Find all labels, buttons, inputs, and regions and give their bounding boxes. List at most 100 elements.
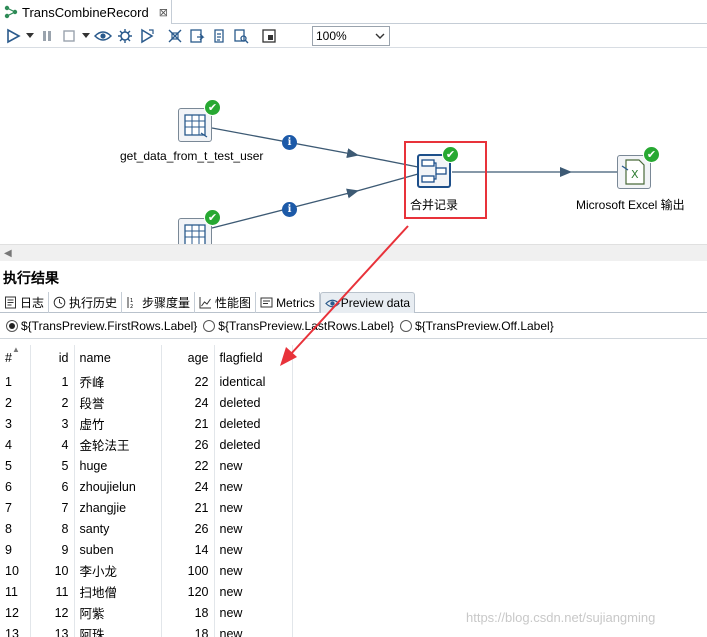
flagfield-cell[interactable]: new [214,560,293,581]
age-cell[interactable]: 22 [161,371,215,392]
age-cell[interactable]: 18 [161,602,215,623]
column-header-name[interactable]: name [74,345,162,371]
table-row[interactable]: 13 13 阿珠 18 new [0,623,707,637]
row-number-cell[interactable]: 3 [0,413,31,434]
run-options-dropdown-icon[interactable] [24,25,36,47]
age-cell[interactable]: 22 [161,455,215,476]
id-cell[interactable]: 11 [30,581,75,602]
age-cell[interactable]: 24 [161,392,215,413]
analyze-impact-icon[interactable] [186,25,208,47]
radio-last-rows[interactable]: ${TransPreview.LastRows.Label} [203,319,394,333]
id-cell[interactable]: 1 [30,371,75,392]
name-cell[interactable]: 金轮法王 [74,434,162,455]
table-row[interactable]: 7 7 zhangjie 21 new [0,497,707,518]
name-cell[interactable]: 李小龙 [74,560,162,581]
tab-log[interactable]: 日志 [0,292,50,313]
column-header-flagfield[interactable]: flagfield [214,345,293,371]
replay-icon[interactable] [136,25,158,47]
tab-preview-data[interactable]: Preview data [319,292,416,313]
table-row[interactable]: 2 2 段誉 24 deleted [0,392,707,413]
radio-button[interactable] [203,319,216,332]
name-cell[interactable]: 段誉 [74,392,162,413]
name-cell[interactable]: huge [74,455,162,476]
id-cell[interactable]: 9 [30,539,75,560]
name-cell[interactable]: 阿紫 [74,602,162,623]
preview-eye-icon[interactable] [92,25,114,47]
excel-output-step[interactable]: X ✔ [617,146,660,189]
name-cell[interactable]: zhoujielun [74,476,162,497]
age-cell[interactable]: 120 [161,581,215,602]
id-cell[interactable]: 3 [30,413,75,434]
id-cell[interactable]: 4 [30,434,75,455]
table-row[interactable]: 6 6 zhoujielun 24 new [0,476,707,497]
table-row[interactable]: 4 4 金轮法王 26 deleted [0,434,707,455]
name-cell[interactable]: zhangjie [74,497,162,518]
id-cell[interactable]: 5 [30,455,75,476]
table-row[interactable]: 11 11 扫地僧 120 new [0,581,707,602]
debug-icon[interactable] [114,25,136,47]
column-header-row-number[interactable]: # [0,345,31,371]
row-number-cell[interactable]: 2 [0,392,31,413]
flagfield-cell[interactable]: new [214,518,293,539]
row-number-cell[interactable]: 11 [0,581,31,602]
verify-icon[interactable] [164,25,186,47]
age-cell[interactable]: 14 [161,539,215,560]
stop-options-dropdown-icon[interactable] [80,25,92,47]
radio-button[interactable] [399,319,412,332]
age-cell[interactable]: 100 [161,560,215,581]
hop-info-icon[interactable]: i [282,202,297,217]
table-input-step-2[interactable]: ✔ [178,209,221,244]
zoom-select[interactable]: 100% [312,26,390,46]
flagfield-cell[interactable]: new [214,623,293,637]
radio-first-rows[interactable]: ${TransPreview.FirstRows.Label} [6,319,197,333]
table-row[interactable]: 10 10 李小龙 100 new [0,560,707,581]
row-number-cell[interactable]: 1 [0,371,31,392]
name-cell[interactable]: 扫地僧 [74,581,162,602]
table-row[interactable]: 1 1 乔峰 22 identical [0,371,707,392]
row-number-cell[interactable]: 5 [0,455,31,476]
name-cell[interactable]: 虚竹 [74,413,162,434]
row-number-cell[interactable]: 4 [0,434,31,455]
table-row[interactable]: 5 5 huge 22 new [0,455,707,476]
id-cell[interactable]: 7 [30,497,75,518]
radio-off[interactable]: ${TransPreview.Off.Label} [399,319,554,333]
age-cell[interactable]: 18 [161,623,215,637]
id-cell[interactable]: 2 [30,392,75,413]
row-number-cell[interactable]: 6 [0,476,31,497]
scroll-left-icon[interactable]: ◀ [4,248,12,259]
tab-performance-graph[interactable]: 性能图 [195,292,257,313]
explore-database-icon[interactable] [230,25,252,47]
hop-info-icon[interactable]: i [282,135,297,150]
column-header-age[interactable]: age [161,345,215,371]
row-number-cell[interactable]: 9 [0,539,31,560]
stop-icon[interactable] [58,25,80,47]
editor-tab-transcombinerecord[interactable]: TransCombineRecord ⊠ [0,0,172,24]
age-cell[interactable]: 24 [161,476,215,497]
id-cell[interactable]: 8 [30,518,75,539]
tab-metrics[interactable]: Metrics [256,292,320,313]
row-number-cell[interactable]: 7 [0,497,31,518]
flagfield-cell[interactable]: deleted [214,434,293,455]
flagfield-cell[interactable]: new [214,539,293,560]
flagfield-cell[interactable]: new [214,581,293,602]
flagfield-cell[interactable]: new [214,455,293,476]
table-row[interactable]: 9 9 suben 14 new [0,539,707,560]
age-cell[interactable]: 21 [161,413,215,434]
transformation-canvas[interactable]: ✔ get_data_from_t_test_user i ✔ i ✔ 合并记录… [0,48,707,244]
flagfield-cell[interactable]: identical [214,371,293,392]
sql-script-icon[interactable] [208,25,230,47]
tab-step-metrics[interactable]: 12 步骤度量 [122,292,196,313]
id-cell[interactable]: 13 [30,623,75,637]
age-cell[interactable]: 26 [161,434,215,455]
table-input-step[interactable]: ✔ [178,99,221,142]
name-cell[interactable]: 乔峰 [74,371,162,392]
run-icon[interactable] [2,25,24,47]
age-cell[interactable]: 26 [161,518,215,539]
name-cell[interactable]: 阿珠 [74,623,162,637]
flagfield-cell[interactable]: new [214,602,293,623]
row-number-cell[interactable]: 12 [0,602,31,623]
flagfield-cell[interactable]: new [214,497,293,518]
name-cell[interactable]: santy [74,518,162,539]
column-header-id[interactable]: id [30,345,75,371]
age-cell[interactable]: 21 [161,497,215,518]
